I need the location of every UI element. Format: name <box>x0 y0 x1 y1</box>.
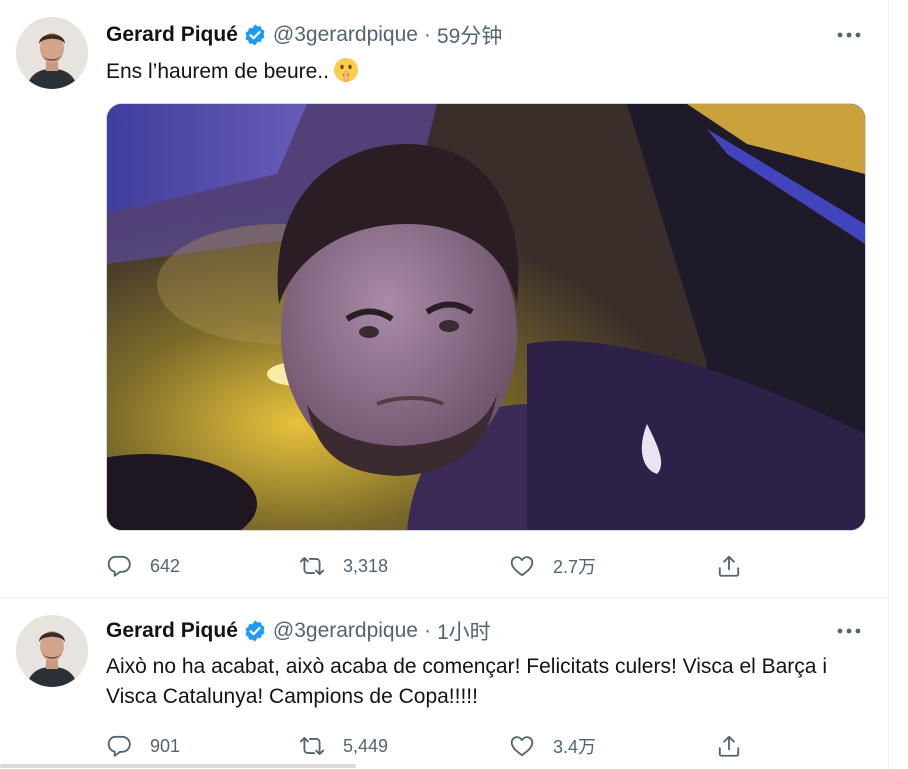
like-icon <box>510 736 534 757</box>
retweet-icon <box>299 736 325 756</box>
timestamp[interactable]: 1小时 <box>437 616 491 646</box>
shushing-face-emoji-icon <box>333 57 359 83</box>
reply-button[interactable]: 901 <box>106 731 180 761</box>
retweet-count: 3,318 <box>343 555 389 576</box>
retweet-button[interactable]: 5,449 <box>299 731 388 761</box>
retweet-icon <box>299 556 325 576</box>
more-icon[interactable] <box>836 22 862 48</box>
like-icon <box>510 556 534 577</box>
retweet-count: 5,449 <box>343 735 389 756</box>
reply-icon <box>107 555 131 577</box>
verified-icon <box>243 619 267 643</box>
tweet[interactable]: Gerard Piqué @3gerardpique · 1小时 Això no… <box>0 598 888 769</box>
reply-count: 901 <box>150 735 181 756</box>
tweet-photo[interactable] <box>106 103 866 531</box>
separator-dot: · <box>423 619 431 642</box>
horizontal-scrollbar[interactable] <box>0 764 356 768</box>
tweet[interactable]: Gerard Piqué @3gerardpique · 59分钟 Ens l’… <box>0 0 888 598</box>
verified-icon <box>243 23 267 47</box>
share-button[interactable] <box>716 731 742 761</box>
tweet-text: Això no ha acabat, això acaba de comença… <box>106 655 827 708</box>
share-icon <box>718 735 740 757</box>
tweet-text: Ens l’haurem de beure.. <box>106 57 866 87</box>
reply-count: 642 <box>150 555 181 576</box>
share-icon <box>718 555 740 577</box>
author-name[interactable]: Gerard Piqué <box>106 23 238 47</box>
reply-button[interactable]: 642 <box>106 551 180 581</box>
author-handle[interactable]: @3gerardpique <box>273 619 418 643</box>
like-count: 2.7万 <box>553 557 597 577</box>
like-button[interactable]: 3.4万 <box>509 731 596 761</box>
author-handle[interactable]: @3gerardpique <box>273 23 418 47</box>
like-count: 3.4万 <box>553 737 597 757</box>
timestamp[interactable]: 59分钟 <box>437 20 502 50</box>
avatar[interactable] <box>16 17 88 89</box>
more-icon[interactable] <box>836 618 862 644</box>
timeline-feed: Gerard Piqué @3gerardpique · 59分钟 Ens l’… <box>0 0 889 769</box>
retweet-button[interactable]: 3,318 <box>299 551 388 581</box>
reply-icon <box>107 735 131 757</box>
tweet-text-content: Ens l’haurem de beure.. <box>106 60 329 83</box>
separator-dot: · <box>423 23 431 46</box>
action-bar: 901 5,449 3.4万 <box>106 731 766 761</box>
avatar[interactable] <box>16 615 88 687</box>
like-button[interactable]: 2.7万 <box>509 551 596 581</box>
action-bar: 642 3,318 2.7万 <box>106 551 766 581</box>
share-button[interactable] <box>716 551 742 581</box>
tweet-header: Gerard Piqué @3gerardpique · 1小时 <box>106 618 491 644</box>
tweet-header: Gerard Piqué @3gerardpique · 59分钟 <box>106 22 502 48</box>
author-name[interactable]: Gerard Piqué <box>106 619 238 643</box>
